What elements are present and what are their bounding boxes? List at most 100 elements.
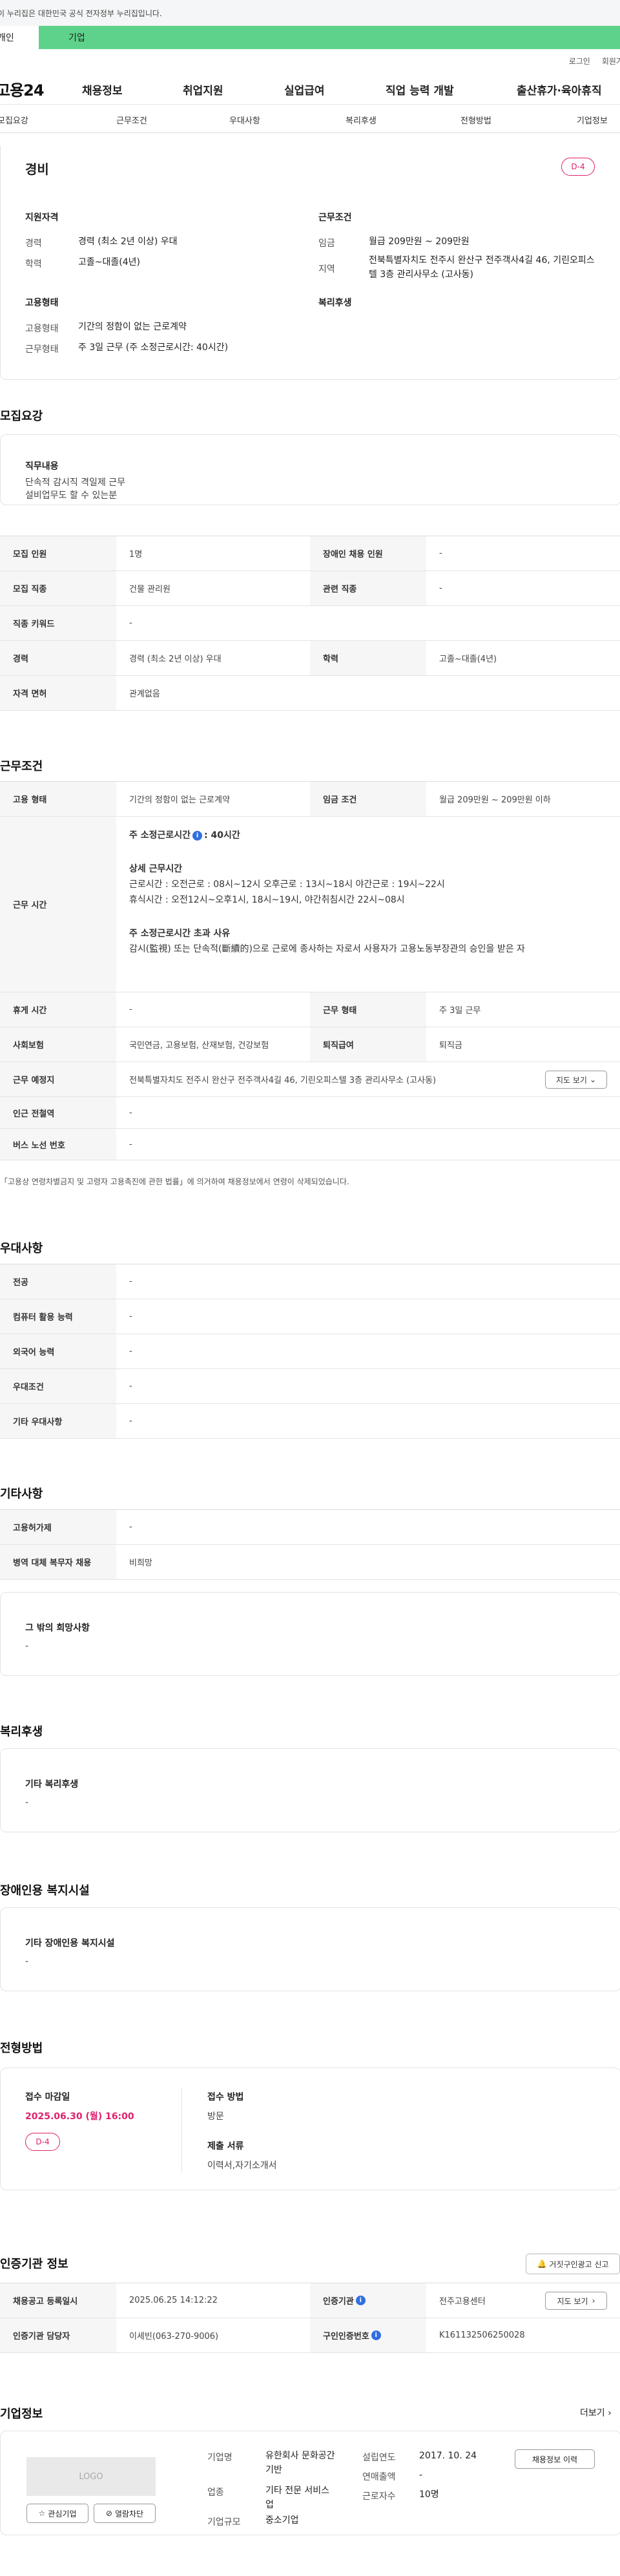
company-more-link[interactable]: 더보기 ›	[580, 2406, 612, 2419]
other-wishes-box: 그 밖의 희망사항 -	[0, 1592, 620, 1676]
table-row: 근무 시간 주 소정근로시간 i: 40시간 상세 근무시간 근로시간 : 오전근…	[0, 817, 620, 992]
chevron-right-icon: ›	[604, 2408, 612, 2418]
disabled-section-title: 장애인용 복지시설	[0, 1884, 90, 1898]
method-heading: 접수 방법	[207, 2092, 244, 2102]
table-row: 인근 전철역 -	[0, 1097, 620, 1129]
age-notice: 「고용상 연령차별금지 및 고령자 고용촉진에 관한 법률」에 의거하여 채용정…	[0, 1177, 349, 1186]
nav-vocational-training[interactable]: 직업 능력 개발	[386, 81, 454, 98]
subnav-selection[interactable]: 전형방법	[460, 114, 491, 126]
table-row: 사회보험 국민연금, 고용보험, 산재보험, 건강보험 퇴직급여 퇴직금	[0, 1027, 620, 1062]
table-cell: -	[129, 1381, 132, 1391]
deadline-heading: 접수 마감일	[25, 2092, 70, 2102]
table-header: 고용허가제	[0, 1510, 116, 1544]
page: 이 누리집은 대한민국 공식 전자정부 누리집입니다. 개인 기업 로그인 회원…	[0, 0, 620, 2576]
table-cell: 경력 (최소 2년 이상) 우대	[129, 654, 222, 664]
map-view-button[interactable]: 지도 보기 ›	[545, 2292, 607, 2310]
subnav-recruit[interactable]: 모집요강	[0, 114, 28, 126]
employment-type-value: 기간의 정함이 없는 근로계약	[78, 322, 187, 332]
chevron-right-icon: ›	[592, 2296, 595, 2305]
map-view-button[interactable]: 지도 보기 ⌄	[545, 1071, 607, 1089]
table-cell: -	[129, 1277, 132, 1286]
company-section-title: 기업정보	[0, 2407, 43, 2421]
subnav-welfare[interactable]: 복리후생	[346, 114, 377, 126]
subnav-company[interactable]: 기업정보	[577, 114, 608, 126]
conditions-heading: 근무조건	[318, 213, 352, 223]
table-cell: 월급 209만원 ~ 209만원 이하	[439, 795, 551, 805]
tab-company[interactable]: 기업	[39, 26, 620, 49]
nav-employment-support[interactable]: 취업지원	[183, 81, 223, 98]
report-false-ad-button[interactable]: 🔔 거짓구인광고 신고	[526, 2254, 620, 2274]
table-cell: -	[129, 1107, 132, 1118]
work-type-label: 근무형태	[25, 344, 59, 355]
method-value: 방문	[207, 2111, 224, 2122]
table-header: 학력	[310, 641, 426, 675]
nav-unemployment-benefit[interactable]: 실업급여	[284, 81, 325, 98]
table-cell: -	[129, 1416, 132, 1426]
qualification-heading: 지원자격	[25, 213, 59, 223]
table-cell: 국민연금, 고용보험, 산재보험, 건강보험	[129, 1041, 269, 1051]
favorite-company-button[interactable]: ☆ 관심기업	[26, 2504, 88, 2523]
table-cell: 건물 관리원	[129, 585, 170, 594]
founded-value: 2017. 10. 24	[419, 2451, 477, 2461]
table-row: 채용공고 등록일시 2025.06.25 14:12:22 인증기관 i 전주고용…	[0, 2283, 620, 2318]
info-icon[interactable]: i	[371, 2330, 381, 2340]
table-cell: -	[439, 583, 442, 593]
table-header: 외국어 능력	[0, 1334, 116, 1368]
table-row: 병역 대체 복무자 채용 비희망	[0, 1545, 620, 1580]
weekly-hours-label: 주 소정근로시간 i: 40시간	[129, 830, 240, 841]
subnav-preferences[interactable]: 우대사항	[229, 114, 260, 126]
wage-value: 월급 209만원 ~ 209만원	[369, 236, 470, 247]
company-name-label: 기업명	[207, 2453, 232, 2463]
info-icon[interactable]: i	[355, 2296, 366, 2305]
employees-label: 근로자수	[362, 2491, 396, 2502]
dday-badge: D-4	[561, 158, 595, 176]
table-cell: -	[129, 1312, 132, 1321]
cert-section-title: 인증기관 정보	[0, 2257, 68, 2271]
disabled-box: 기타 장애인용 복지시설 -	[0, 1907, 620, 1991]
dday-badge: D-4	[25, 2133, 60, 2151]
info-icon[interactable]: i	[192, 831, 203, 841]
table-row: 전공 -	[0, 1264, 620, 1299]
block-company-button[interactable]: ⊘ 열람차단	[94, 2504, 156, 2523]
table-row: 인증기관 담당자 이세빈(063-270-9006) 구인인증번호 i K1611…	[0, 2318, 620, 2353]
table-header: 휴게 시간	[0, 992, 116, 1027]
table-row: 컴퓨터 활용 능력 -	[0, 1299, 620, 1334]
other-wishes-text: -	[25, 1641, 29, 1651]
nav-maternity-leave[interactable]: 출산휴가·육아휴직	[517, 81, 602, 98]
overtime-reason: 감시(監視) 또는 단속적(斷續的)으로 근로에 종사하는 자로서 사용자가 고…	[129, 944, 525, 954]
gov-banner: 이 누리집은 대한민국 공식 전자정부 누리집입니다.	[0, 0, 620, 26]
docs-value: 이력서,자기소개서	[207, 2161, 277, 2171]
site-logo[interactable]: 고용24	[0, 78, 79, 100]
welfare-box-text: -	[25, 1797, 29, 1808]
pref-section-title: 우대사항	[0, 1242, 43, 1255]
education-value: 고졸~대졸(4년)	[78, 257, 140, 267]
job-history-button[interactable]: 채용정보 이력	[515, 2449, 595, 2469]
table-cell: 퇴직금	[439, 1041, 462, 1051]
table-row: 고용허가제 -	[0, 1510, 620, 1545]
duty-box: 직무내용 단속적 감시직 격일제 근무 설비업무도 할 수 있는분	[0, 434, 620, 505]
table-cell: 고졸~대졸(4년)	[439, 654, 497, 664]
nav-job-info[interactable]: 채용정보	[82, 81, 123, 98]
login-link[interactable]: 로그인	[569, 56, 590, 67]
table-row: 휴게 시간 - 근무 형태 주 3일 근무	[0, 992, 620, 1027]
section-subnav: 모집요강 근무조건 우대사항 복리후생 전형방법 기업정보	[0, 105, 620, 133]
table-cell: 관계없음	[129, 689, 160, 699]
employees-value: 10명	[419, 2489, 439, 2500]
signup-link[interactable]: 회원가입	[602, 56, 620, 67]
table-header: 우대조건	[0, 1369, 116, 1403]
job-title: 경비	[25, 162, 49, 177]
table-cell: K161132506250028	[439, 2330, 525, 2340]
tab-personal[interactable]: 개인	[0, 26, 39, 49]
chevron-down-icon: ⌄	[589, 1075, 597, 1084]
selection-divider	[181, 2088, 182, 2173]
table-header: 근무 형태	[310, 992, 426, 1027]
table-row: 우대조건 -	[0, 1369, 620, 1404]
table-cell: 기간의 정함이 없는 근로계약	[129, 795, 230, 805]
table-header: 인증기관 i	[310, 2283, 426, 2318]
table-row: 기타 우대사항 -	[0, 1404, 620, 1439]
duty-text-2: 설비업무도 할 수 있는분	[25, 490, 118, 501]
subnav-work-conditions[interactable]: 근무조건	[116, 114, 147, 126]
table-header: 인근 전철역	[0, 1097, 116, 1128]
selection-box: 접수 마감일 2025.06.30 (월) 16:00 D-4 접수 방법 방문…	[0, 2068, 620, 2190]
table-cell: -	[129, 1139, 132, 1149]
